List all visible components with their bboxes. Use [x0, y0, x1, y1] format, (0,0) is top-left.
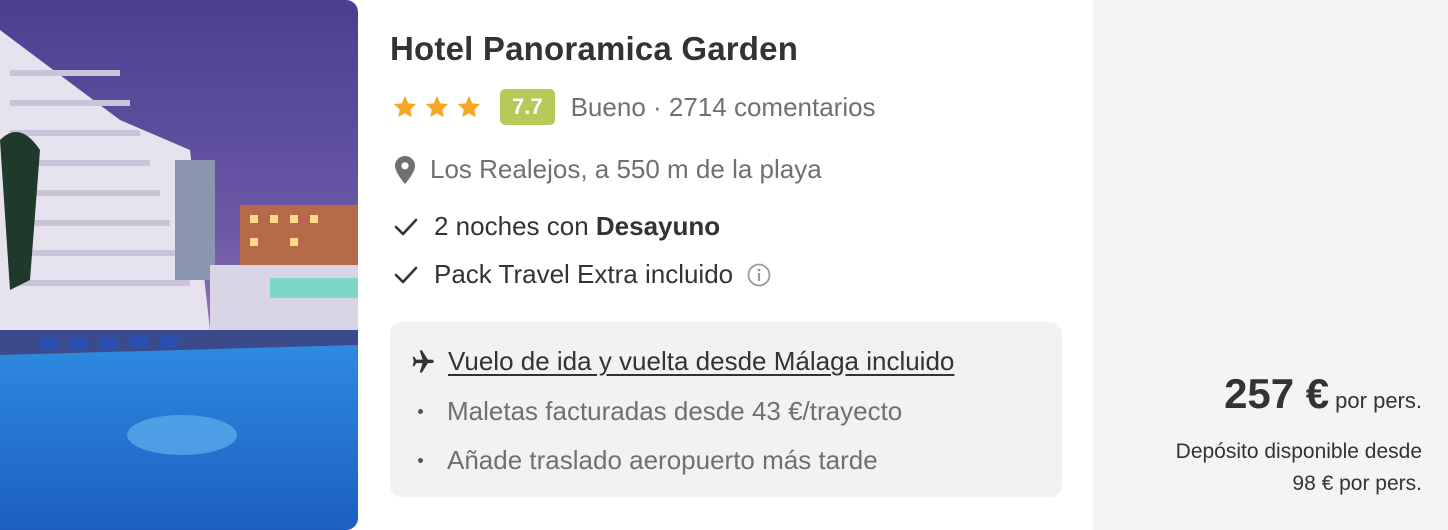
flight-row: Vuelo de ida y vuelta desde Málaga inclu… [408, 346, 954, 377]
location-row: Los Realejos, a 550 m de la playa [390, 154, 822, 185]
star-icon [393, 96, 417, 118]
flight-bullet-transfer: Añade traslado aeropuerto más tarde [418, 445, 878, 476]
location-text: Los Realejos, a 550 m de la playa [430, 154, 822, 184]
rating-text[interactable]: Bueno · 2714 comentarios [571, 92, 876, 123]
price-suffix: por pers. [1335, 388, 1422, 413]
location-pin-icon [395, 155, 415, 184]
check-icon [394, 266, 418, 283]
hotel-info: Hotel Panoramica Garden 7.7 Bueno · 2714… [390, 0, 1070, 530]
hotel-photo[interactable] [0, 0, 358, 530]
price-amount: 257 € [1224, 370, 1330, 417]
feature-text-pack: Pack Travel Extra incluido [434, 259, 734, 289]
plane-icon [412, 349, 434, 372]
hotel-name[interactable]: Hotel Panoramica Garden [390, 30, 798, 68]
check-icon [394, 218, 418, 235]
info-icon[interactable] [747, 263, 771, 287]
star-icon [425, 96, 449, 118]
flight-included-link[interactable]: Vuelo de ida y vuelta desde Málaga inclu… [448, 346, 954, 377]
price-panel[interactable]: 257 € por pers. Depósito disponible desd… [1093, 0, 1448, 530]
star-icon [457, 96, 481, 118]
feature-row-meal: 2 noches con Desayuno [390, 211, 720, 242]
hotel-result-card[interactable]: Hotel Panoramica Garden 7.7 Bueno · 2714… [0, 0, 1093, 530]
bullet-dot [418, 409, 423, 414]
rating-row: 7.7 Bueno · 2714 comentarios [390, 88, 876, 126]
flight-box: Vuelo de ida y vuelta desde Málaga inclu… [390, 322, 1062, 497]
feature-row-pack: Pack Travel Extra incluido [390, 259, 771, 290]
bullet-text: Añade traslado aeropuerto más tarde [447, 445, 878, 475]
deposit-info: Depósito disponible desde 98 € por pers. [1176, 436, 1422, 500]
feature-text-nights: 2 noches con [434, 211, 596, 241]
deposit-line-2: 98 € por pers. [1292, 472, 1422, 495]
price-line: 257 € por pers. [1224, 370, 1422, 418]
feature-meal-plan: Desayuno [595, 211, 721, 241]
flight-bullet-baggage: Maletas facturadas desde 43 €/trayecto [418, 396, 902, 427]
bullet-text: Maletas facturadas desde 43 €/trayecto [447, 396, 903, 426]
bullet-dot [418, 458, 423, 463]
deposit-line-1: Depósito disponible desde [1175, 440, 1422, 463]
score-badge: 7.7 [500, 89, 555, 125]
star-rating [392, 94, 482, 120]
